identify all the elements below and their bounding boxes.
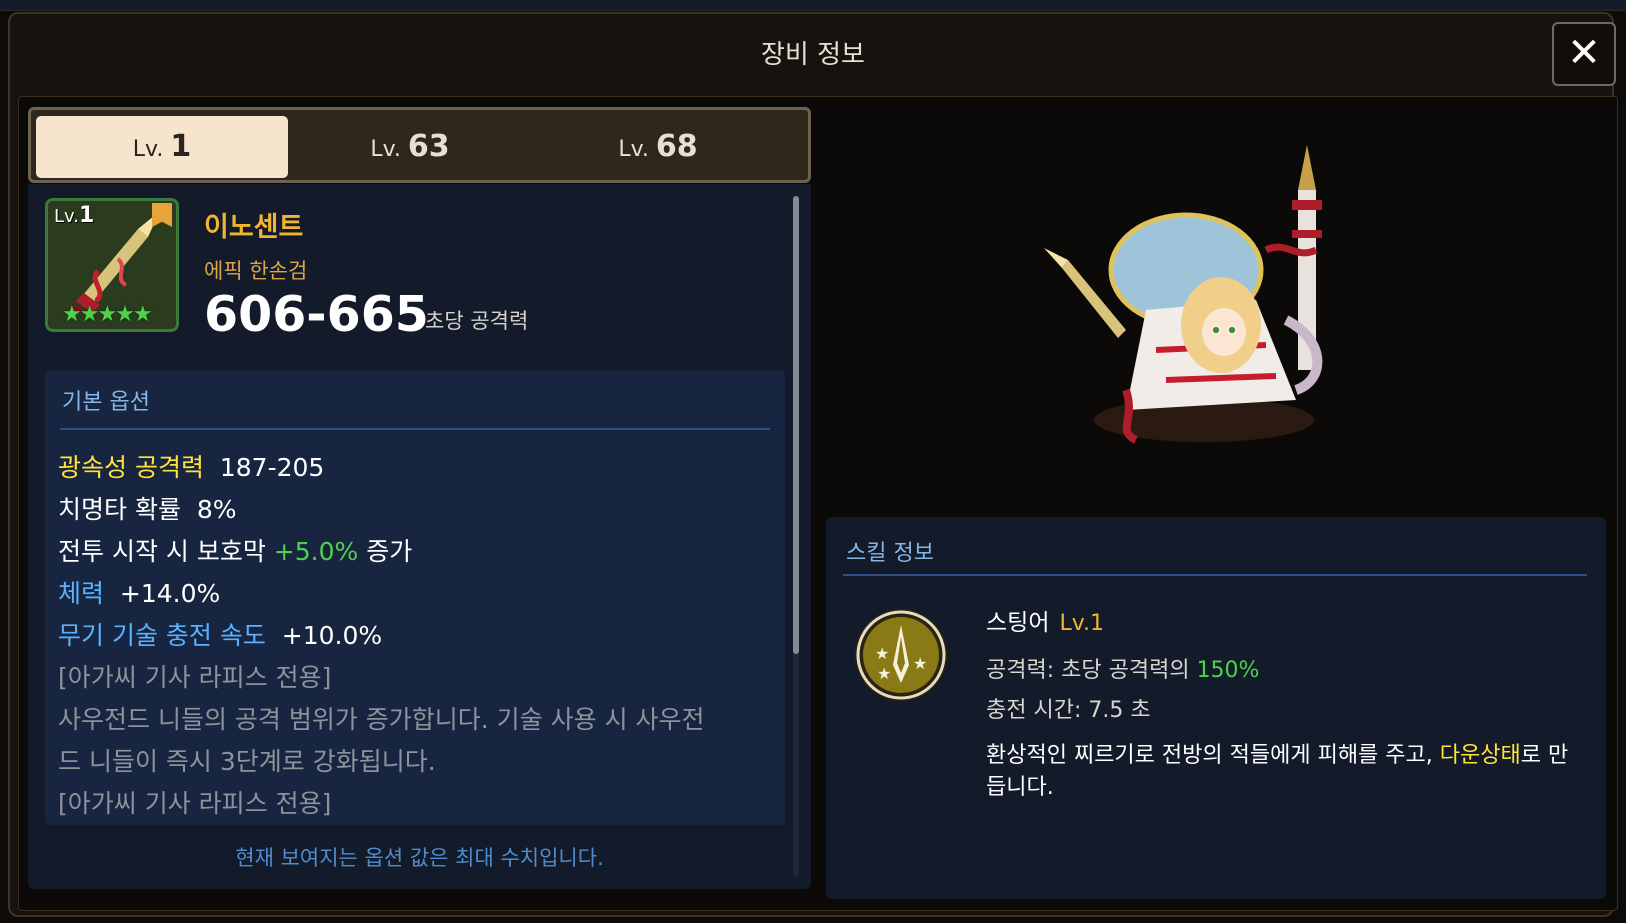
tab-level-number: 63 xyxy=(407,129,450,164)
item-dps-value: 606-665 xyxy=(204,286,429,343)
tab-prefix: Lv. xyxy=(370,137,401,162)
exclusive-desc-line-2: 드 니들이 즉시 3단계로 강화됩니다. xyxy=(58,747,436,776)
exclusive-desc-line-1: 사우전드 니들의 공격 범위가 증가합니다. 기술 사용 시 사우전 xyxy=(58,705,705,734)
close-icon: ✕ xyxy=(1567,30,1601,76)
top-status-strip xyxy=(0,0,1626,11)
option-skill-charge: 무기 기술 충전 속도 +10.0% xyxy=(58,621,383,650)
character-sprite xyxy=(1044,145,1323,444)
option-hp: 체력 +14.0% xyxy=(58,579,221,608)
skill-description: 환상적인 찌르기로 전방의 적들에게 피해를 주고, 다운상태로 만듭니다. xyxy=(986,743,1569,800)
options-divider xyxy=(60,428,770,430)
exclusive-header-1: [아가씨 기사 라피스 전용] xyxy=(58,663,332,692)
tab-level-number: 68 xyxy=(655,129,698,164)
skill-divider xyxy=(843,574,1587,576)
character-portrait xyxy=(826,100,1610,514)
item-level-badge: Lv.1 xyxy=(54,203,95,228)
skill-name: 스팅어 Lv.1 xyxy=(986,610,1105,636)
item-dps-label: 초당 공격력 xyxy=(425,309,529,333)
svg-text:★: ★ xyxy=(913,654,927,673)
options-title: 기본 옵션 xyxy=(62,390,150,415)
tab-prefix: Lv. xyxy=(618,137,649,162)
skill-charge-time: 충전 시간: 7.5 초 xyxy=(986,698,1151,723)
svg-text:★: ★ xyxy=(877,664,891,683)
weapon-icon: Lv.1 ★★★★★ xyxy=(45,198,179,332)
star-icon: ★★★★★ xyxy=(62,302,153,327)
tab-level-number: 1 xyxy=(170,129,192,164)
skill-attack: 공격력: 초당 공격력의 150% xyxy=(986,658,1260,683)
tab-lv-68[interactable]: Lv. 68 xyxy=(532,116,784,178)
tab-prefix: Lv. xyxy=(132,137,164,162)
item-name: 이노센트 xyxy=(204,212,304,243)
scroll-thumb[interactable] xyxy=(793,196,799,654)
skill-stinger-icon: ★ ★ ★ xyxy=(853,607,949,703)
option-light-attack: 광속성 공격력 187-205 xyxy=(58,453,325,482)
skill-title: 스킬 정보 xyxy=(846,541,934,566)
detail-scrollbar[interactable] xyxy=(793,196,799,876)
tab-lv-63[interactable]: Lv. 63 xyxy=(284,116,536,178)
tab-lv-1[interactable]: Lv. 1 xyxy=(36,116,288,178)
option-shield: 전투 시작 시 보호막 +5.0% 증가 xyxy=(58,537,413,566)
modal-title: 장비 정보 xyxy=(761,40,865,70)
level-tabs: Lv. 1 Lv. 63 Lv. 68 xyxy=(28,107,811,183)
item-type: 에픽 한손검 xyxy=(204,259,308,283)
footer-note: 현재 보여지는 옵션 값은 최대 수치입니다. xyxy=(235,846,604,870)
exclusive-header-2: [아가씨 기사 라피스 전용] xyxy=(58,789,332,818)
option-crit-rate: 치명타 확률 8% xyxy=(58,495,237,524)
close-button[interactable]: ✕ xyxy=(1552,22,1616,86)
svg-text:★: ★ xyxy=(875,644,889,663)
